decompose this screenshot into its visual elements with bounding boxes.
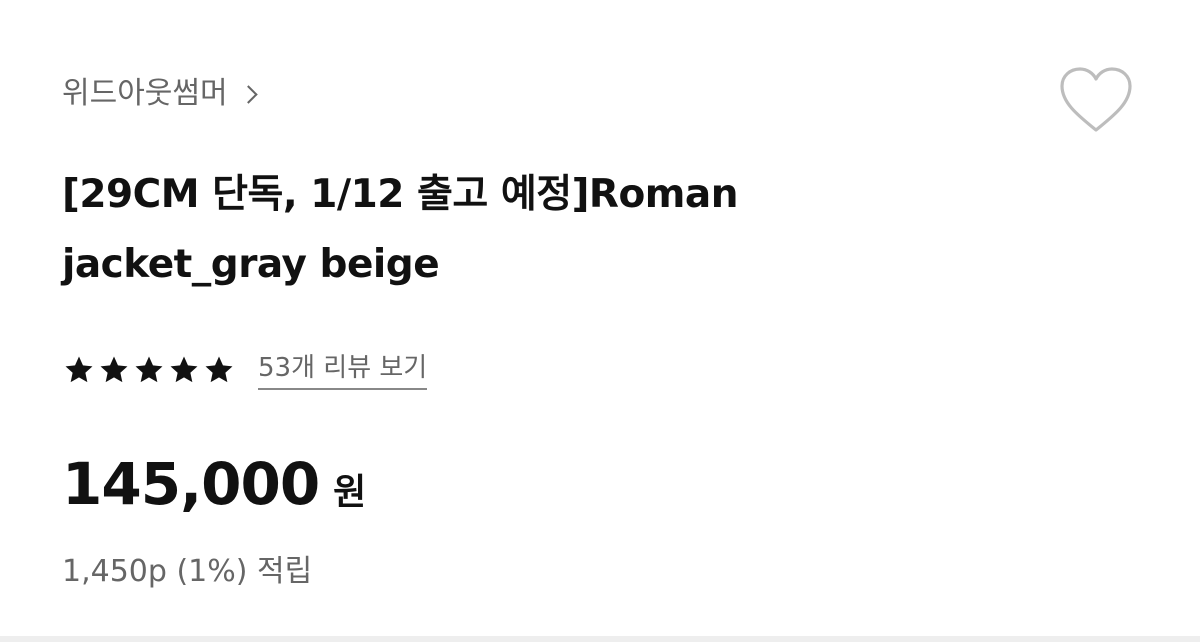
price-unit: 원	[333, 472, 367, 513]
star-icon	[65, 356, 93, 383]
product-title: [29CM 단독, 1/12 출고 예정]Roman jacket_gray b…	[62, 160, 922, 300]
rating-row: 53개 리뷰 보기	[62, 348, 428, 392]
star-icon	[135, 356, 163, 383]
chevron-right-icon	[238, 84, 258, 104]
price-amount: 145,000	[62, 450, 320, 518]
star-icon	[100, 356, 128, 383]
review-link[interactable]: 53개 리뷰 보기	[258, 350, 428, 390]
reward-points: 1,450p (1%) 적립	[62, 554, 313, 589]
brand-link[interactable]: 위드아웃썸머	[62, 72, 258, 116]
brand-name: 위드아웃썸머	[62, 76, 228, 111]
heart-outline-icon	[1060, 67, 1132, 132]
product-title-line-1: [29CM 단독, 1/12 출고 예정]Roman	[62, 172, 738, 217]
star-icon	[205, 356, 233, 383]
section-divider	[0, 636, 1200, 642]
star-rating	[62, 353, 236, 387]
wishlist-button[interactable]	[1056, 64, 1136, 136]
star-icon	[170, 356, 198, 383]
product-title-line-2: jacket_gray beige	[62, 242, 440, 287]
product-info-panel: 위드아웃썸머 [29CM 단독, 1/12 출고 예정]Roman jacket…	[62, 0, 1142, 636]
price-row: 145,000 원	[62, 452, 366, 516]
